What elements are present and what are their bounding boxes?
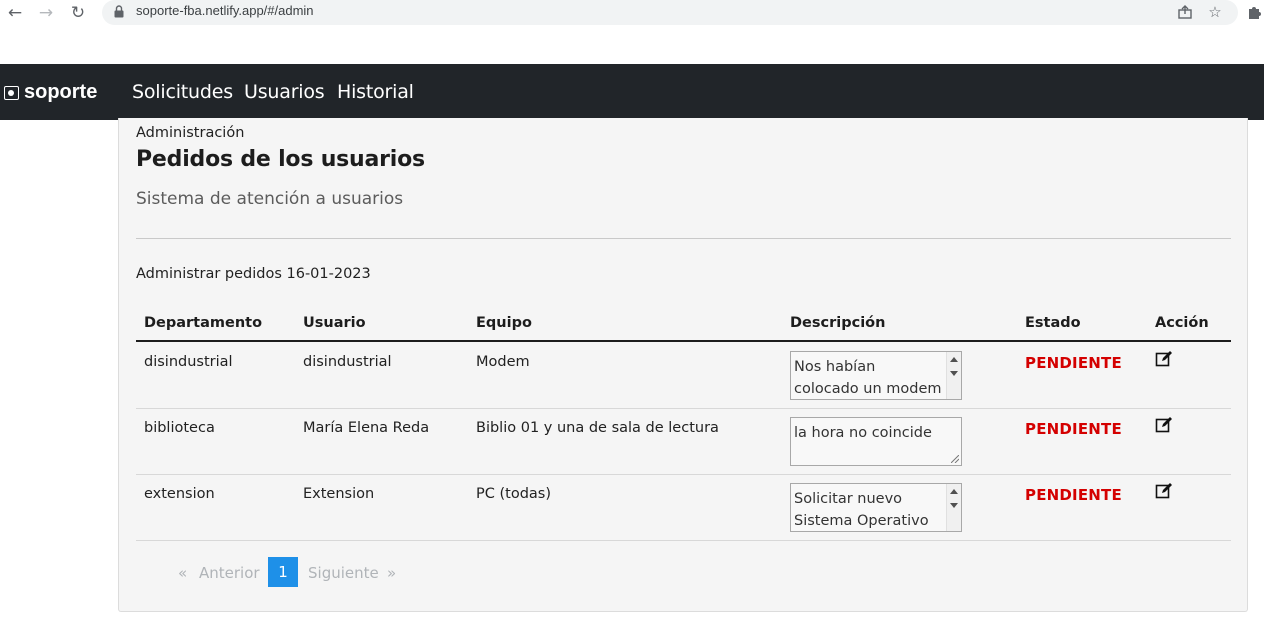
- nav-historial[interactable]: Historial: [337, 81, 414, 103]
- column-header-descripcion: Descripción: [790, 315, 886, 331]
- column-header-usuario: Usuario: [303, 315, 366, 331]
- edit-icon[interactable]: [1155, 350, 1173, 368]
- star-icon[interactable]: ☆: [1204, 2, 1226, 22]
- back-icon[interactable]: ←: [4, 2, 26, 24]
- cell-departamento: disindustrial: [144, 354, 233, 370]
- table-header-rule: [136, 340, 1231, 342]
- edit-icon[interactable]: [1155, 482, 1173, 500]
- scroll-down-icon[interactable]: [950, 503, 958, 508]
- row-divider: [136, 408, 1231, 409]
- puzzle-icon[interactable]: [1244, 2, 1264, 22]
- scroll-up-icon[interactable]: [950, 489, 958, 494]
- page-subtitle: Sistema de atención a usuarios: [136, 189, 404, 209]
- lock-icon[interactable]: [114, 5, 124, 18]
- cell-departamento: biblioteca: [144, 420, 215, 436]
- scroll-down-icon[interactable]: [950, 371, 958, 376]
- row-divider: [136, 474, 1231, 475]
- status-badge: PENDIENTE: [1025, 354, 1122, 372]
- textarea-scrollbar[interactable]: [946, 484, 961, 531]
- section-heading: Administrar pedidos 16-01-2023: [136, 266, 371, 282]
- description-textarea[interactable]: Solicitar nuevo Sistema Operativo: [790, 483, 962, 532]
- textarea-scrollbar[interactable]: [946, 352, 961, 399]
- cell-equipo: PC (todas): [476, 486, 551, 502]
- column-header-departamento: Departamento: [144, 315, 263, 331]
- cell-equipo: Modem: [476, 354, 530, 370]
- description-text: Solicitar nuevo Sistema Operativo: [794, 491, 929, 529]
- nav-usuarios[interactable]: Usuarios: [244, 81, 325, 103]
- scroll-up-icon[interactable]: [950, 357, 958, 362]
- cell-equipo: Biblio 01 y una de sala de lectura: [476, 420, 719, 436]
- nav-solicitudes[interactable]: Solicitudes: [132, 81, 233, 103]
- column-header-estado: Estado: [1025, 315, 1081, 331]
- brand-name: soporte: [24, 81, 98, 103]
- row-divider: [136, 540, 1231, 541]
- cell-departamento: extension: [144, 486, 215, 502]
- pagination-page-1[interactable]: 1: [268, 557, 298, 587]
- url-text[interactable]: soporte-fba.netlify.app/#/admin: [136, 3, 314, 18]
- column-header-equipo: Equipo: [476, 315, 532, 331]
- pagination-previous[interactable]: Anterior: [199, 564, 260, 582]
- address-bar[interactable]: soporte-fba.netlify.app/#/admin ☆: [102, 0, 1238, 25]
- description-textarea[interactable]: Nos habían colocado un modem: [790, 351, 962, 400]
- pagination-next[interactable]: Siguiente: [308, 564, 379, 582]
- divider: [136, 238, 1231, 239]
- forward-icon[interactable]: →: [35, 2, 57, 24]
- cell-usuario: María Elena Reda: [303, 420, 430, 436]
- cell-usuario: Extension: [303, 486, 375, 502]
- support-icon: [4, 85, 19, 100]
- description-textarea[interactable]: la hora no coincide: [790, 417, 962, 466]
- breadcrumb: Administración: [136, 125, 245, 141]
- status-badge: PENDIENTE: [1025, 486, 1122, 504]
- reload-icon[interactable]: ↻: [67, 2, 89, 24]
- brand-link[interactable]: soporte: [4, 81, 97, 104]
- pagination-last[interactable]: »: [387, 564, 396, 582]
- column-header-accion: Acción: [1155, 315, 1209, 331]
- page-title: Pedidos de los usuarios: [136, 147, 425, 172]
- status-badge: PENDIENTE: [1025, 420, 1122, 438]
- cell-usuario: disindustrial: [303, 354, 392, 370]
- pagination-first[interactable]: «: [178, 564, 187, 582]
- description-text: la hora no coincide: [794, 425, 932, 441]
- resize-grip-icon[interactable]: [951, 455, 959, 463]
- description-text: Nos habían colocado un modem: [794, 359, 942, 397]
- edit-icon[interactable]: [1155, 416, 1173, 434]
- share-icon[interactable]: [1174, 2, 1196, 22]
